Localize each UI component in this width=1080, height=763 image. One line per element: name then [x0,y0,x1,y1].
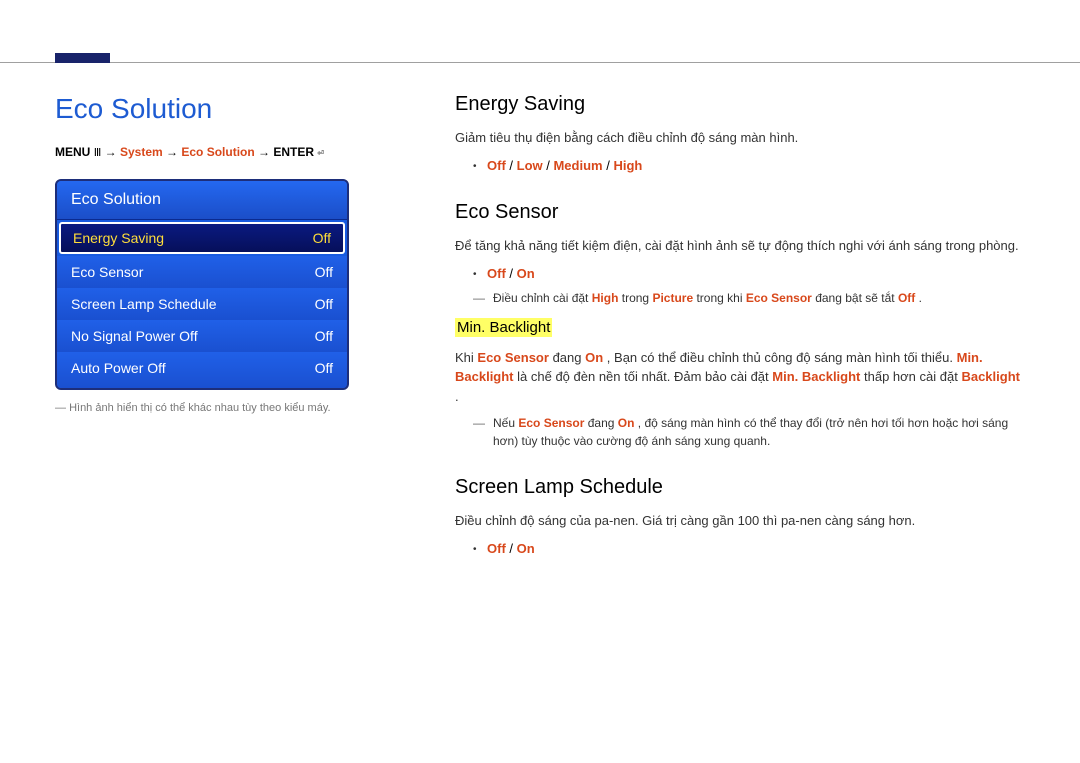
breadcrumb-eco: Eco Solution [181,145,254,159]
section-desc: Điều chỉnh độ sáng của pa-nen. Giá trị c… [455,511,1025,531]
section-heading: Screen Lamp Schedule [455,476,1025,499]
panel-row-label: Auto Power Off [71,360,166,376]
options-list: Off / Low / Medium / High [473,156,1025,176]
panel-row-label: No Signal Power Off [71,328,198,344]
menu-panel: Eco Solution Energy Saving Off Eco Senso… [55,179,349,390]
panel-row-value: Off [315,264,333,280]
panel-title: Eco Solution [57,181,347,220]
sub-heading-min-backlight: Min. Backlight [455,318,552,337]
options-list: Off / On [473,539,1025,559]
panel-row-value: Off [315,296,333,312]
top-divider [0,0,1080,63]
panel-row-value: Off [313,230,331,246]
section-desc: Để tăng khả năng tiết kiệm điện, cài đặt… [455,236,1025,256]
breadcrumb-system: System [120,145,163,159]
section-eco-sensor: Eco Sensor Để tăng khả năng tiết kiệm đi… [455,201,1025,450]
sub-note: Nếu Eco Sensor đang On , độ sáng màn hìn… [473,414,1025,450]
sub-desc: Khi Eco Sensor đang On , Bạn có thể điều… [455,348,1025,407]
page-title: Eco Solution [55,93,395,125]
section-energy-saving: Energy Saving Giảm tiêu thụ điện bằng cá… [455,93,1025,175]
section-note: Điều chỉnh cài đặt High trong Picture tr… [473,289,1025,307]
panel-row-label: Energy Saving [73,230,164,246]
menu-icon: Ⅲ [94,146,102,159]
section-heading: Eco Sensor [455,201,1025,224]
panel-row-value: Off [315,360,333,376]
panel-row-label: Screen Lamp Schedule [71,296,217,312]
panel-row-energy-saving[interactable]: Energy Saving Off [59,222,345,254]
section-desc: Giảm tiêu thụ điện bằng cách điều chỉnh … [455,128,1025,148]
panel-row-eco-sensor[interactable]: Eco Sensor Off [57,256,347,288]
breadcrumb-menu: MENU [55,145,90,159]
enter-icon: ⏎ [317,146,324,159]
panel-row-screen-lamp[interactable]: Screen Lamp Schedule Off [57,288,347,320]
section-heading: Energy Saving [455,93,1025,116]
section-screen-lamp: Screen Lamp Schedule Điều chỉnh độ sáng … [455,476,1025,558]
panel-row-label: Eco Sensor [71,264,143,280]
panel-footnote: Hình ảnh hiển thị có thể khác nhau tùy t… [55,402,395,414]
panel-row-no-signal[interactable]: No Signal Power Off Off [57,320,347,352]
breadcrumb: MENU Ⅲ → System → Eco Solution → ENTER ⏎ [55,145,395,159]
breadcrumb-enter: ENTER [273,145,314,159]
panel-row-auto-power[interactable]: Auto Power Off Off [57,352,347,388]
panel-row-value: Off [315,328,333,344]
options-list: Off / On [473,264,1025,284]
